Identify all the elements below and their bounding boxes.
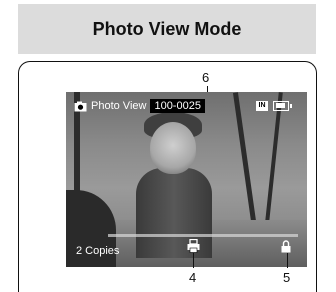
callout-5-line	[287, 253, 289, 268]
callout-4-line	[193, 253, 195, 268]
osd-copies-label: 2 Copies	[76, 245, 120, 257]
page-header: Photo View Mode	[18, 4, 316, 54]
photo-tree	[232, 92, 257, 222]
osd-top-left: Photo View 100-0025	[74, 99, 205, 113]
callout-4: 4	[189, 270, 197, 285]
camcorder-lcd-screen: Photo View 100-0025 IN 2 Copies	[66, 92, 307, 267]
print-icon	[187, 239, 200, 253]
photo-child-head	[150, 122, 196, 174]
page-title: Photo View Mode	[92, 18, 242, 39]
camera-icon	[74, 101, 87, 111]
photo-child-body	[136, 168, 212, 258]
photo-rail	[108, 234, 298, 237]
callout-5: 5	[283, 270, 291, 285]
battery-icon	[273, 101, 292, 111]
internal-memory-icon: IN	[256, 101, 268, 111]
callout-6: 6	[202, 70, 210, 85]
osd-file-number: 100-0025	[150, 99, 205, 113]
lock-icon	[281, 240, 291, 253]
photo-tree	[265, 92, 283, 222]
osd-mode-label: Photo View	[91, 100, 147, 112]
